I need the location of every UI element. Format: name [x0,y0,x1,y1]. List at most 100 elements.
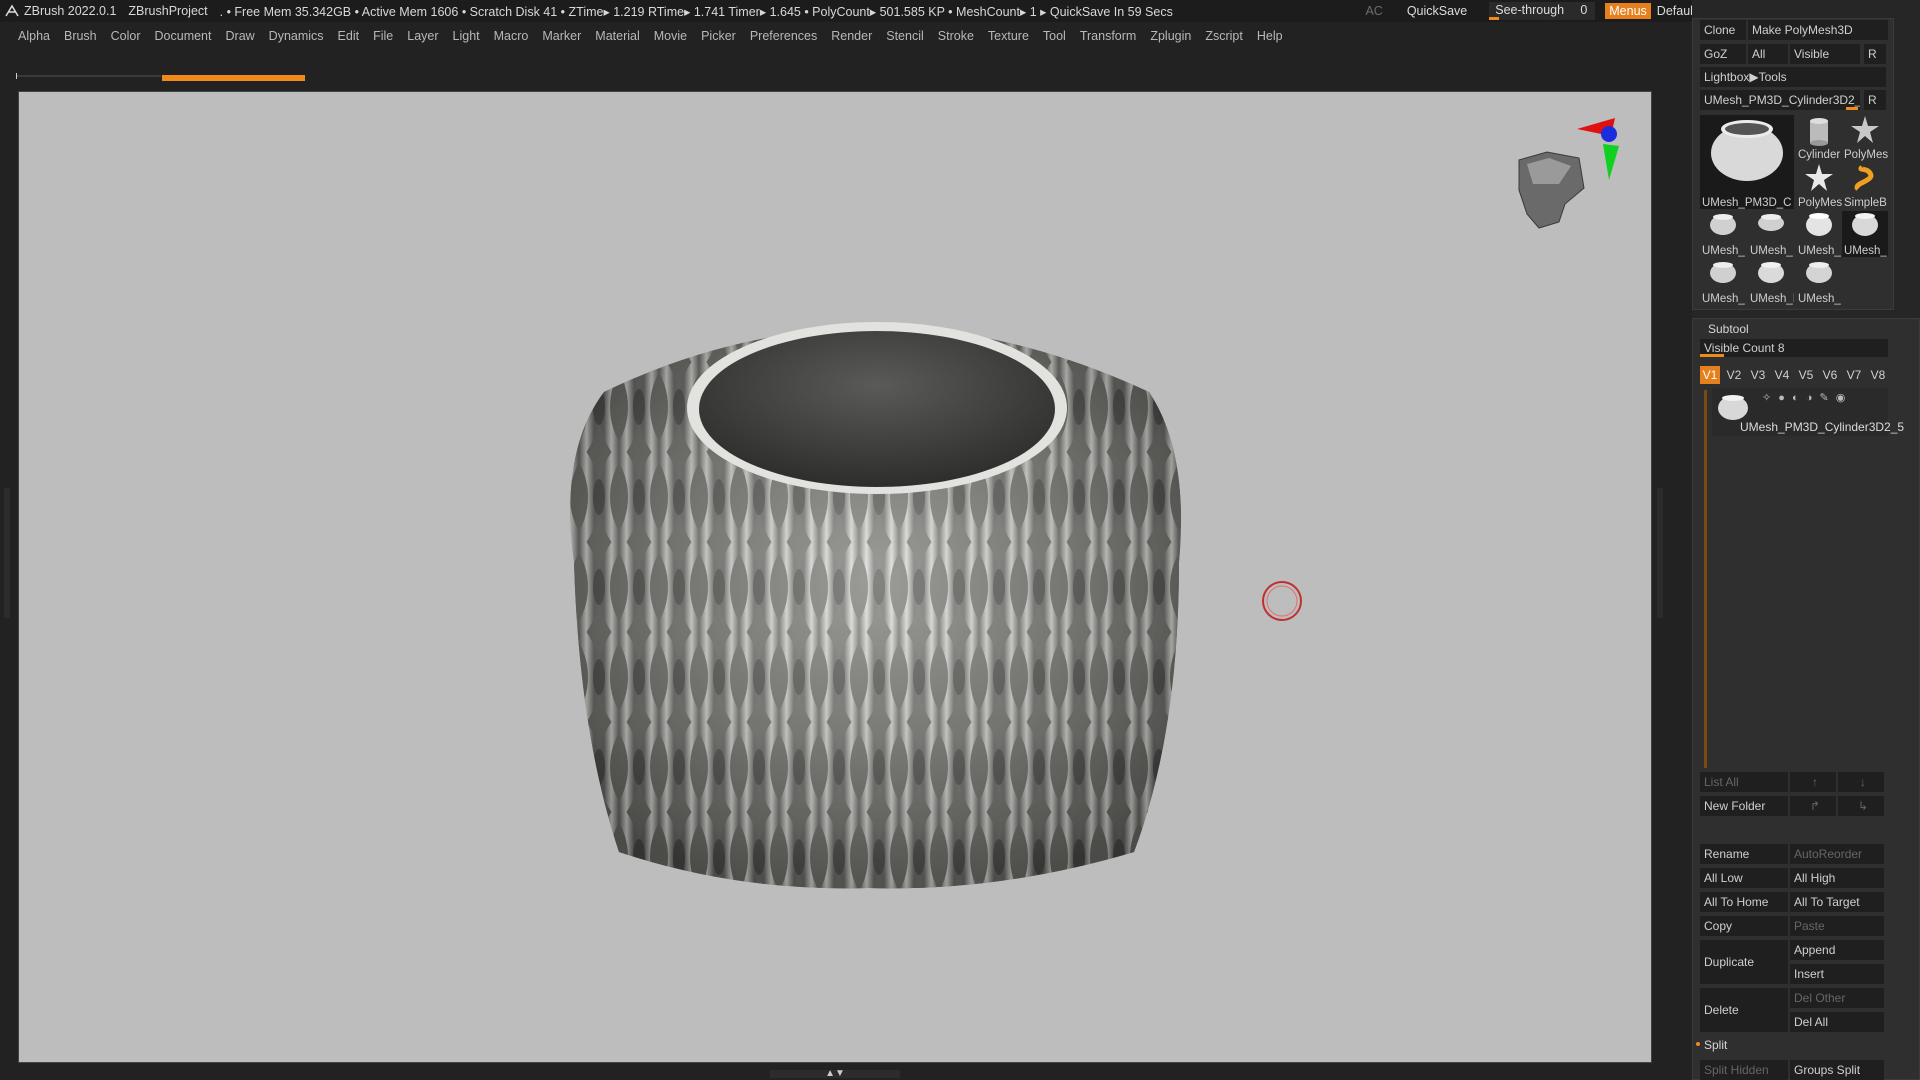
tool-thumb-polymesh-1[interactable]: PolyMes [1842,115,1888,161]
version-v5-button[interactable]: V5 [1796,366,1816,384]
menu-preferences[interactable]: Preferences [750,29,817,43]
tool-thumb-umesh-1[interactable]: UMesh_ [1700,211,1746,257]
goz-r-button[interactable]: R [1864,44,1886,64]
menu-marker[interactable]: Marker [542,29,581,43]
lightbox-tools-button[interactable]: Lightbox▶Tools [1700,67,1886,87]
all-high-button[interactable]: All High [1790,868,1884,888]
subtool-visibility-eye-icon[interactable]: ◉ [1836,392,1848,404]
menu-draw[interactable]: Draw [226,29,255,43]
all-low-button[interactable]: All Low [1700,868,1788,888]
tool-thumb-main[interactable]: UMesh_PM3D_C [1700,115,1794,209]
left-tray-handle[interactable] [4,488,10,618]
menu-macro[interactable]: Macro [494,29,529,43]
folder-back-button[interactable]: ↳ [1838,796,1884,816]
make-polymesh-button[interactable]: Make PolyMesh3D [1748,20,1888,40]
goz-button[interactable]: GoZ [1700,44,1746,64]
timeline-progress-bar[interactable] [16,73,306,81]
subtool-brush-icon[interactable]: ✎ [1819,392,1830,404]
move-up-button[interactable]: ↑ [1790,772,1836,792]
del-other-button[interactable]: Del Other [1790,988,1884,1008]
new-folder-button[interactable]: New Folder [1700,796,1788,816]
groups-split-button[interactable]: Groups Split [1790,1060,1884,1080]
copy-button[interactable]: Copy [1700,916,1788,936]
menu-light[interactable]: Light [453,29,480,43]
folder-arrow-right-icon: ↱ [1809,799,1821,813]
append-button[interactable]: Append [1790,940,1884,960]
menu-transform[interactable]: Transform [1080,29,1137,43]
split-section-title[interactable]: Split [1704,1038,1727,1052]
tool-thumb-simplebrush[interactable]: SimpleB [1842,163,1888,209]
menu-material[interactable]: Material [595,29,639,43]
tool-thumb-umesh-2[interactable]: UMesh_ [1748,211,1794,257]
menu-brush[interactable]: Brush [64,29,97,43]
version-v2-button[interactable]: V2 [1724,366,1744,384]
quicksave-button[interactable]: QuickSave [1403,2,1471,20]
version-v7-button[interactable]: V7 [1844,366,1864,384]
document-canvas[interactable] [18,91,1652,1063]
tool-thumb-umesh-3[interactable]: UMesh_ [1796,211,1842,257]
tool-thumb-polymesh-2[interactable]: PolyMes [1796,163,1842,209]
delete-button[interactable]: Delete [1700,988,1788,1032]
subtool-dynamesh-icon[interactable]: ◑ [1806,392,1815,404]
menu-layer[interactable]: Layer [407,29,438,43]
paste-button[interactable]: Paste [1790,916,1884,936]
autoreorder-button[interactable]: AutoReorder [1790,844,1884,864]
menu-file[interactable]: File [373,29,393,43]
subtool-item-icons: ✧ ● ◐ ◑ ✎ ◉ [1762,391,1847,404]
navigation-gizmo[interactable] [1518,118,1619,229]
tool-thumb-umesh-5[interactable]: UMesh_ [1700,259,1746,305]
tool-thumb-umesh-7[interactable]: UMesh_ [1796,259,1842,305]
duplicate-button[interactable]: Duplicate [1700,940,1788,984]
menu-document[interactable]: Document [155,29,212,43]
rename-button[interactable]: Rename [1700,844,1788,864]
insert-button[interactable]: Insert [1790,964,1884,984]
version-v8-button[interactable]: V8 [1868,366,1888,384]
version-v4-button[interactable]: V4 [1772,366,1792,384]
menu-movie[interactable]: Movie [654,29,687,43]
ac-toggle[interactable]: AC [1365,4,1382,18]
right-tray-handle[interactable] [1657,488,1663,618]
version-v6-button[interactable]: V6 [1820,366,1840,384]
folder-forward-button[interactable]: ↱ [1790,796,1836,816]
subtool-title[interactable]: Subtool [1708,322,1749,336]
bottom-tray-handle[interactable]: ▲▼ [770,1069,900,1079]
subtool-item[interactable]: ✧ ● ◐ ◑ ✎ ◉ UMesh_PM3D_Cylinder3D2_5 [1712,388,1904,436]
move-down-button[interactable]: ↓ [1838,772,1884,792]
menu-render[interactable]: Render [831,29,872,43]
menu-help[interactable]: Help [1257,29,1283,43]
menu-alpha[interactable]: Alpha [18,29,50,43]
all-to-target-button[interactable]: All To Target [1790,892,1884,912]
version-v3-button[interactable]: V3 [1748,366,1768,384]
tool-thumb-umesh-4[interactable]: UMesh_ [1842,211,1888,257]
version-v1-button[interactable]: V1 [1700,366,1720,384]
list-all-button[interactable]: List All [1700,772,1788,792]
split-hidden-button[interactable]: Split Hidden [1700,1060,1788,1080]
clone-button[interactable]: Clone [1700,20,1746,40]
menu-edit[interactable]: Edit [338,29,360,43]
all-to-home-button[interactable]: All To Home [1700,892,1788,912]
subtool-toggle-icon[interactable]: ● [1778,392,1787,404]
goz-all-button[interactable]: All [1748,44,1788,64]
current-tool-slider[interactable]: UMesh_PM3D_Cylinder3D2_5 [1700,90,1860,110]
visible-count-slider[interactable]: Visible Count 8 [1700,339,1888,357]
subtool-color-icon[interactable]: ◐ [1792,392,1801,404]
menu-stencil[interactable]: Stencil [886,29,924,43]
tool-thumb-cylinder[interactable]: Cylinder [1796,115,1842,161]
menu-tool[interactable]: Tool [1043,29,1066,43]
menu-stroke[interactable]: Stroke [938,29,974,43]
subtool-eye-fill-icon[interactable]: ✧ [1762,392,1773,404]
arrow-up-icon: ↑ [1812,775,1818,789]
see-through-slider[interactable]: See-through 0 [1489,2,1596,20]
menu-dynamics[interactable]: Dynamics [269,29,324,43]
menus-toggle-button[interactable]: Menus [1605,3,1651,19]
del-all-button[interactable]: Del All [1790,1012,1884,1032]
goz-visible-button[interactable]: Visible [1790,44,1860,64]
menu-color[interactable]: Color [111,29,141,43]
menu-texture[interactable]: Texture [988,29,1029,43]
menu-picker[interactable]: Picker [701,29,736,43]
current-tool-r-button[interactable]: R [1864,90,1886,110]
menu-zscript[interactable]: Zscript [1205,29,1243,43]
tool-thumb-umesh-6[interactable]: UMesh_PM3D_C [1748,259,1794,305]
subtool-list-scrollbar[interactable] [1704,390,1707,768]
menu-zplugin[interactable]: Zplugin [1150,29,1191,43]
